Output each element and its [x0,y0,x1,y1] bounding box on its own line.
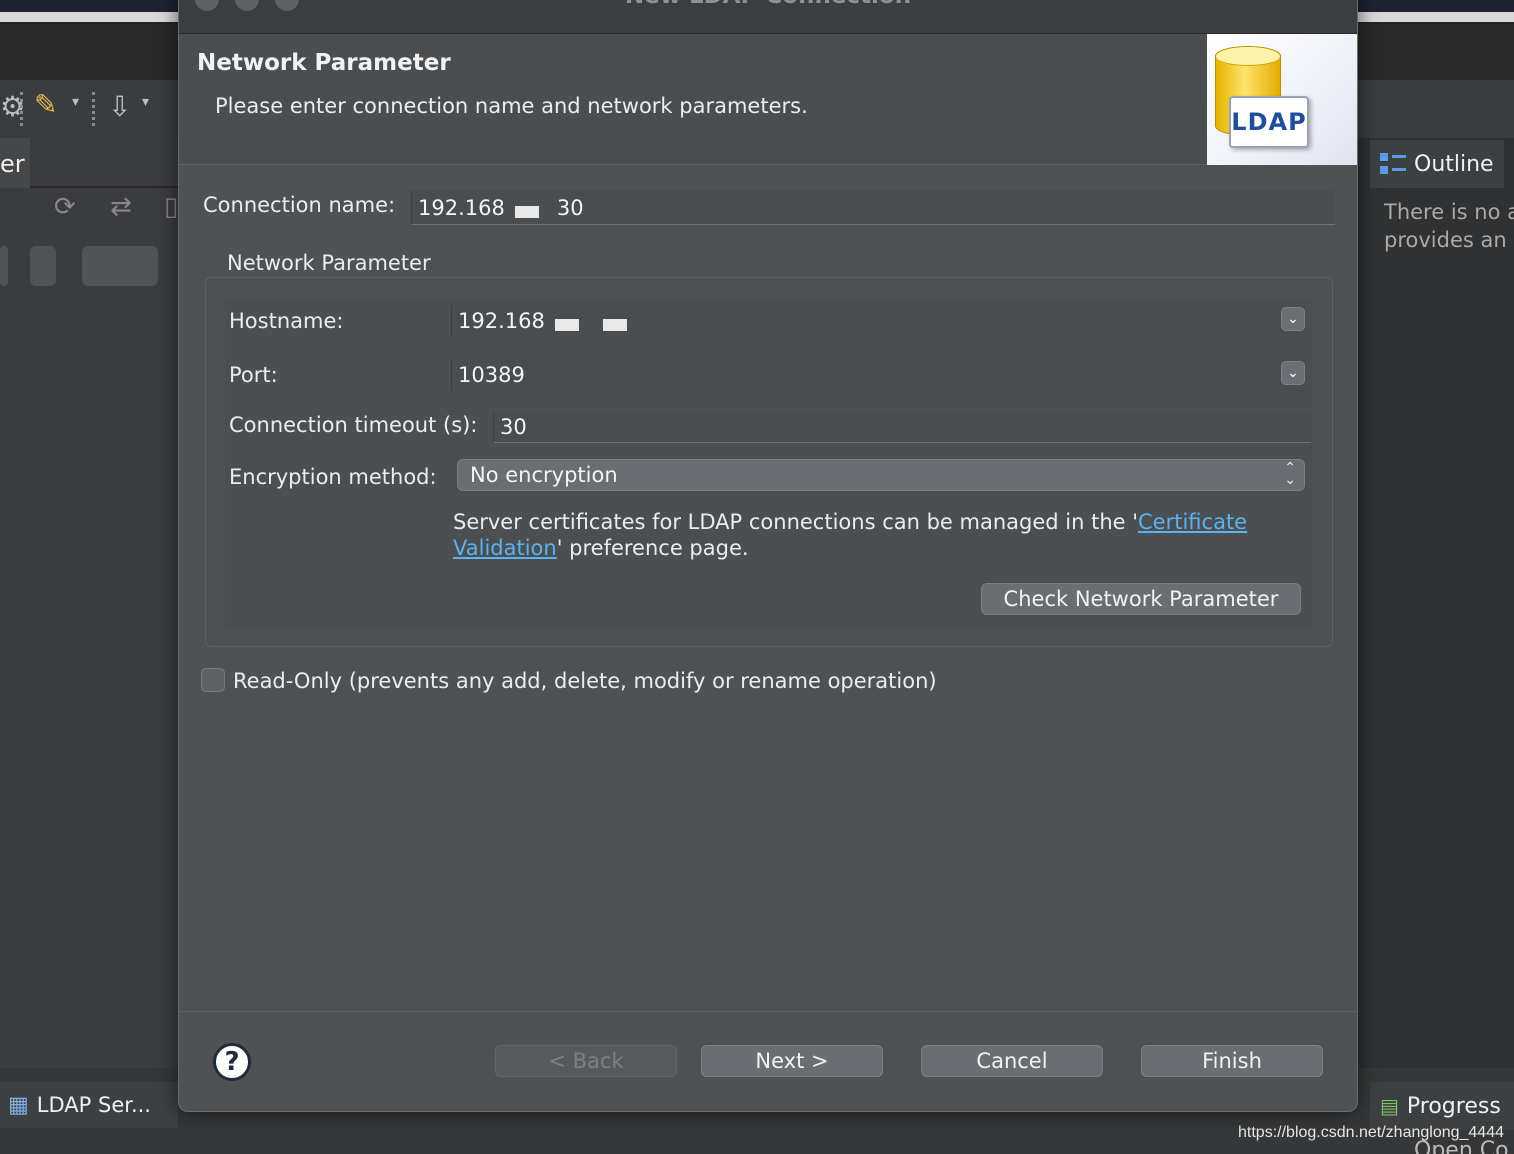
certificate-info-text: Server certificates for LDAP connections… [453,509,1283,561]
new-ldap-connection-dialog: New LDAP Connection Network Parameter Pl… [178,0,1358,1112]
left-panel-button[interactable] [30,246,56,286]
dialog-titlebar: New LDAP Connection [179,0,1357,34]
port-combo[interactable]: 10389 ⌄ [451,359,1305,391]
left-panel-tab[interactable]: er [0,138,30,188]
ldap-servers-tab-label: LDAP Ser... [36,1093,151,1117]
read-only-checkbox[interactable] [201,668,225,692]
right-panel [1358,138,1514,1068]
ldap-logo-label: LDAP [1229,96,1309,148]
check-network-parameter-button[interactable]: Check Network Parameter [981,583,1301,615]
connection-timeout-input[interactable]: 30 [493,411,1311,443]
connection-name-value-suffix: 30 [556,195,584,220]
finish-button[interactable]: Finish [1141,1045,1323,1077]
next-button[interactable]: Next > [701,1045,883,1077]
toolbar-separator [20,92,24,126]
encryption-method-label: Encryption method: [229,465,437,489]
certificate-info-text-part: ' preference page. [556,536,749,560]
redacted-block [554,319,579,331]
ldap-servers-tab[interactable]: ▦ LDAP Ser... [0,1082,178,1128]
certificate-info-text-part: Server certificates for LDAP connections… [453,510,1139,534]
hostname-value: 192.168 [458,309,545,333]
left-panel-tab-label: er [0,150,25,178]
help-icon[interactable]: ? [213,1043,251,1081]
connection-name-input[interactable]: 192.168 30 [411,191,1335,225]
encryption-method-value: No encryption [470,463,618,487]
left-panel-button[interactable] [0,246,8,286]
chevron-down-icon[interactable]: ▾ [72,94,79,110]
left-panel-toolbar: ⟳ ⇄ ▯ [0,188,178,238]
panel-icon[interactable]: ▯ [164,192,178,222]
outline-message-line: There is no a [1384,200,1514,224]
bg-tab-right [1358,12,1514,22]
outline-icon [1380,151,1406,177]
chevron-down-icon[interactable]: ▾ [142,94,149,110]
progress-tab-label: Progress [1406,1093,1501,1119]
chevron-down-icon[interactable]: ⌄ [1281,307,1305,331]
up-down-chevron-icon: ⌃ ⌄ [1284,460,1296,488]
outline-tab[interactable]: Outline [1370,140,1504,188]
network-parameter-group-title: Network Parameter [227,251,431,275]
port-value: 10389 [458,363,525,387]
footer-divider [179,1011,1357,1012]
connection-timeout-label: Connection timeout (s): [229,413,478,437]
tree-view-button[interactable] [82,246,158,286]
read-only-label: Read-Only (prevents any add, delete, mod… [233,669,937,693]
back-button[interactable]: < Back [495,1045,677,1077]
progress-tab[interactable]: ▤ Progress [1370,1082,1514,1130]
redacted-block [514,205,539,218]
refresh-icon[interactable]: ⟳ [54,192,76,222]
toolbar-separator [92,92,96,126]
ldap-logo: LDAP [1207,34,1357,165]
dialog-title: New LDAP Connection [179,0,1357,9]
connection-name-value: 192.168 [418,195,505,220]
port-label: Port: [229,363,278,387]
redacted-block [602,319,627,331]
wizard-page-title: Network Parameter [197,50,451,76]
encryption-method-select[interactable]: No encryption ⌃ ⌄ [457,459,1305,491]
outline-message-line: provides an [1384,228,1507,252]
pencil-icon[interactable]: ✎ [34,88,57,121]
cancel-button[interactable]: Cancel [921,1045,1103,1077]
sync-icon[interactable]: ⇄ [110,192,132,222]
hostname-label: Hostname: [229,309,344,333]
bg-tab-left [0,12,178,22]
watermark: https://blog.csdn.net/zhanglong_4444 [1238,1124,1504,1141]
outline-message: There is no a provides an [1384,198,1514,254]
import-icon[interactable]: ⇩ [108,90,131,123]
chevron-down-icon[interactable]: ⌄ [1281,361,1305,385]
ldap-servers-icon: ▦ [8,1092,29,1118]
wizard-header: Network Parameter Please enter connectio… [179,34,1357,165]
connection-name-label: Connection name: [203,193,396,217]
outline-tab-label: Outline [1414,151,1494,177]
progress-icon: ▤ [1380,1094,1399,1118]
wizard-page-description: Please enter connection name and network… [215,94,808,118]
connection-timeout-value: 30 [500,414,527,439]
hostname-combo[interactable]: 192.168 ⌄ [451,305,1305,337]
